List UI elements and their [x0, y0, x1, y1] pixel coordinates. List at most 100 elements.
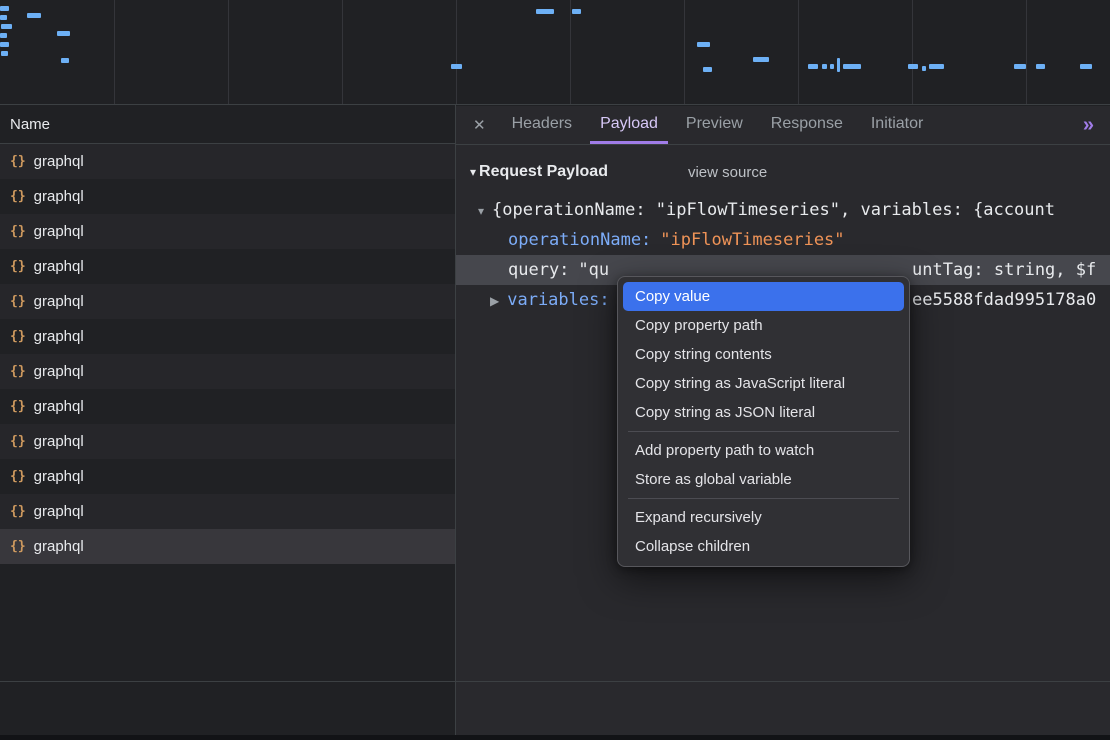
- timeline-request-bar: [1, 24, 12, 29]
- json-braces-icon: {}: [10, 259, 26, 274]
- menu-item-add-property-path-to-watch[interactable]: Add property path to watch: [623, 436, 904, 465]
- tab-payload[interactable]: Payload: [590, 106, 668, 144]
- request-name: graphql: [34, 223, 84, 240]
- timeline-overview[interactable]: [0, 0, 1110, 105]
- json-braces-icon: {}: [10, 294, 26, 309]
- more-tabs-icon[interactable]: »: [1083, 115, 1094, 135]
- request-name: graphql: [34, 153, 84, 170]
- json-braces-icon: {}: [10, 189, 26, 204]
- property-value-right: untTag: string, $f: [912, 255, 1096, 285]
- menu-separator: [628, 431, 899, 432]
- detail-tabbar: ✕ HeadersPayloadPreviewResponseInitiator…: [456, 106, 1110, 145]
- property-value: "ipFlowTimeseries": [660, 230, 844, 250]
- requests-pane: Name {} graphql {} graphql {} graphql {} graphq…: [0, 106, 455, 681]
- timeline-request-bar: [837, 58, 840, 72]
- timeline-request-bar: [0, 15, 7, 20]
- timeline-gridline: [798, 0, 799, 104]
- property-value-left: "qu: [578, 260, 609, 280]
- timeline-gridline: [1026, 0, 1027, 104]
- tab-preview[interactable]: Preview: [676, 106, 753, 144]
- request-row[interactable]: {} graphql: [0, 424, 455, 459]
- menu-item-expand-recursively[interactable]: Expand recursively: [623, 503, 904, 532]
- timeline-request-bar: [908, 64, 918, 69]
- json-braces-icon: {}: [10, 364, 26, 379]
- timeline-request-bar: [1, 51, 8, 56]
- request-row[interactable]: {} graphql: [0, 249, 455, 284]
- request-row[interactable]: {} graphql: [0, 179, 455, 214]
- request-name: graphql: [34, 363, 84, 380]
- request-row[interactable]: {} graphql: [0, 529, 455, 564]
- name-column-header[interactable]: Name: [0, 106, 455, 144]
- section-title: Request Payload: [479, 163, 608, 181]
- payload-root-row[interactable]: ▾ {operationName: "ipFlowTimeseries", var…: [456, 195, 1110, 225]
- menu-item-copy-string-as-json-literal[interactable]: Copy string as JSON literal: [623, 398, 904, 427]
- request-name: graphql: [34, 538, 84, 555]
- payload-row-operation-name[interactable]: operationName:"ipFlowTimeseries": [456, 225, 1110, 255]
- request-row[interactable]: {} graphql: [0, 144, 455, 179]
- timeline-gridline: [684, 0, 685, 104]
- timeline-request-bar: [0, 33, 7, 38]
- timeline-request-bar: [1080, 64, 1092, 69]
- timeline-request-bar: [451, 64, 462, 69]
- json-braces-icon: {}: [10, 434, 26, 449]
- close-icon[interactable]: ✕: [473, 116, 486, 134]
- timeline-request-bar: [57, 31, 70, 36]
- footer-right: [456, 682, 1110, 735]
- timeline-gridline: [342, 0, 343, 104]
- request-row[interactable]: {} graphql: [0, 354, 455, 389]
- request-name: graphql: [34, 503, 84, 520]
- devtools-network-panel: Name {} graphql {} graphql {} graphql {} graphq…: [0, 0, 1110, 740]
- timeline-request-bar: [572, 9, 581, 14]
- request-row[interactable]: {} graphql: [0, 494, 455, 529]
- json-braces-icon: {}: [10, 469, 26, 484]
- request-row[interactable]: {}graphql: [0, 214, 455, 249]
- timeline-request-bar: [1014, 64, 1026, 69]
- request-row[interactable]: {} graphql: [0, 319, 455, 354]
- menu-item-store-as-global-variable[interactable]: Store as global variable: [623, 465, 904, 494]
- request-name: graphql: [34, 433, 84, 450]
- timeline-request-bar: [1036, 64, 1045, 69]
- footer-left: [0, 682, 455, 735]
- timeline-request-bar: [0, 42, 9, 47]
- timeline-request-bar: [61, 58, 69, 63]
- request-name: graphql: [34, 398, 84, 415]
- json-braces-icon: {}: [10, 539, 26, 554]
- json-braces-icon: {}: [10, 329, 26, 344]
- timeline-gridline: [570, 0, 571, 104]
- disclosure-collapsed-icon[interactable]: ▶: [490, 286, 499, 316]
- menu-item-copy-value[interactable]: Copy value: [623, 282, 904, 311]
- menu-item-collapse-children[interactable]: Collapse children: [623, 532, 904, 561]
- json-braces-icon: {}: [10, 154, 26, 169]
- request-name: graphql: [34, 328, 84, 345]
- request-row[interactable]: {} graphql: [0, 389, 455, 424]
- request-payload-section-header: ▾ Request Payload view source: [456, 159, 1110, 185]
- tab-response[interactable]: Response: [761, 106, 853, 144]
- menu-item-copy-property-path[interactable]: Copy property path: [623, 311, 904, 340]
- request-row[interactable]: {} graphql: [0, 284, 455, 319]
- json-braces-icon: {}: [10, 399, 26, 414]
- tab-headers[interactable]: Headers: [502, 106, 582, 144]
- property-key: query:: [508, 260, 569, 280]
- timeline-request-bar: [922, 66, 926, 71]
- timeline-request-bar: [822, 64, 827, 69]
- tab-initiator[interactable]: Initiator: [861, 106, 933, 144]
- property-key: variables:: [507, 290, 609, 310]
- request-name: graphql: [34, 468, 84, 485]
- section-disclosure-icon[interactable]: ▾: [470, 165, 476, 179]
- timeline-gridline: [114, 0, 115, 104]
- detail-tabs: HeadersPayloadPreviewResponseInitiator: [498, 106, 938, 144]
- timeline-request-bar: [697, 42, 710, 47]
- disclosure-expanded-icon[interactable]: ▾: [478, 196, 484, 226]
- view-source-link[interactable]: view source: [688, 164, 767, 181]
- json-braces-icon: {}: [10, 504, 26, 519]
- menu-separator: [628, 498, 899, 499]
- request-name: graphql: [34, 188, 84, 205]
- request-name: graphql: [34, 293, 84, 310]
- request-name: graphql: [34, 258, 84, 275]
- timeline-request-bar: [753, 57, 769, 62]
- menu-item-copy-string-contents[interactable]: Copy string contents: [623, 340, 904, 369]
- timeline-request-bar: [703, 67, 712, 72]
- payload-root-preview: {operationName: "ipFlowTimeseries", vari…: [492, 200, 1055, 220]
- menu-item-copy-string-as-javascript-literal[interactable]: Copy string as JavaScript literal: [623, 369, 904, 398]
- request-row[interactable]: {} graphql: [0, 459, 455, 494]
